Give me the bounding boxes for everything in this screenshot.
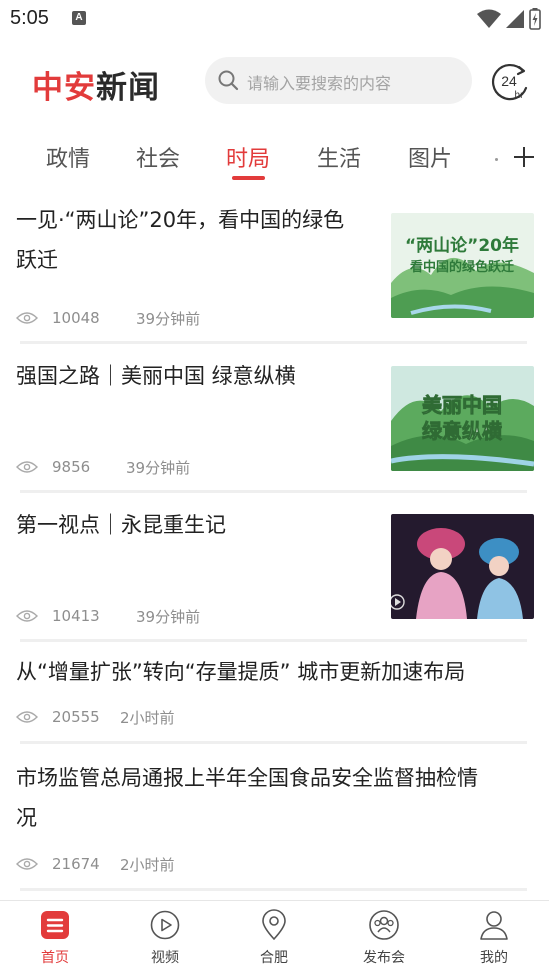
- signal-icon: [506, 10, 524, 28]
- eye-icon: [16, 461, 38, 473]
- more-tabs-hint: [495, 158, 498, 161]
- user-icon: [480, 911, 508, 940]
- tab-pictures[interactable]: 图片: [408, 141, 452, 173]
- search-bar[interactable]: 请输入要搜索的内容: [205, 57, 472, 104]
- opera-performers-photo: [391, 514, 534, 619]
- green-landscape-illustration: 美丽中国 绿意纵横: [391, 366, 534, 471]
- thumbnail-caption: 看中国的绿色跃迁: [410, 259, 514, 275]
- nav-label: 我的: [480, 950, 508, 966]
- news-thumbnail: [391, 514, 534, 619]
- news-title-line: 一见·“两山论”20年，看中国的绿色: [16, 208, 345, 232]
- divider: [20, 490, 527, 493]
- news-item[interactable]: 一见·“两山论”20年，看中国的绿色 跃迁 10048 39分钟前 “两山论”2…: [0, 200, 549, 348]
- eye-icon: [16, 312, 38, 324]
- publish-time: 2小时前: [120, 855, 175, 874]
- thumbnail-caption: “两山论”20年: [405, 235, 519, 256]
- eye-icon: [16, 858, 38, 870]
- news-title: 市场监管总局通报上半年全国食品安全监督抽检情 况: [16, 758, 541, 838]
- location-pin-icon: [262, 909, 286, 941]
- bottom-navigation: 首页 视频 合肥 发布会 我的: [0, 900, 549, 976]
- divider: [20, 741, 527, 744]
- clock-hr-text: hr: [515, 90, 525, 101]
- nav-home[interactable]: 首页: [15, 909, 95, 967]
- news-meta: 10413 39分钟前: [16, 606, 200, 626]
- view-count: 21674: [52, 855, 100, 873]
- news-title: 强国之路｜美丽中国 绿意纵横: [16, 356, 296, 396]
- divider: [20, 341, 527, 344]
- news-thumbnail: “两山论”20年 看中国的绿色跃迁: [391, 213, 534, 318]
- logo-text-part2: 新闻: [96, 70, 160, 106]
- people-icon: [369, 910, 399, 940]
- eye-icon: [16, 610, 38, 622]
- add-tab-icon[interactable]: [512, 145, 536, 169]
- active-tab-indicator: [232, 176, 265, 180]
- news-title-line: 从“增量扩张”转向“存量提质” 城市更新加速布局: [16, 660, 466, 684]
- news-title-line: 市场监管总局通报上半年全国食品安全监督抽检情: [16, 766, 478, 790]
- search-placeholder: 请输入要搜索的内容: [247, 74, 392, 93]
- news-meta: 20555 2小时前: [16, 707, 175, 727]
- nav-label: 视频: [151, 950, 179, 966]
- publish-time: 39分钟前: [136, 607, 201, 626]
- app-header: 中安新闻 请输入要搜索的内容 24 hr: [0, 50, 549, 110]
- news-title-line: 跃迁: [16, 248, 58, 272]
- wifi-icon: [477, 9, 501, 28]
- news-title: 从“增量扩张”转向“存量提质” 城市更新加速布局: [16, 652, 536, 692]
- nav-mine[interactable]: 我的: [454, 909, 534, 967]
- thumbnail-caption: 绿意纵横: [422, 419, 503, 443]
- thumbnail-caption: 美丽中国: [422, 393, 502, 417]
- news-item[interactable]: 强国之路｜美丽中国 绿意纵横 9856 39分钟前 美丽中国 绿意纵横: [0, 356, 549, 496]
- news-title: 一见·“两山论”20年，看中国的绿色 跃迁: [16, 200, 344, 280]
- tab-society[interactable]: 社会: [136, 141, 180, 173]
- category-tabs: 政情 社会 时局 生活 图片: [0, 135, 549, 185]
- news-title-line: 况: [16, 806, 37, 830]
- play-icon: [150, 910, 180, 940]
- news-item[interactable]: 第一视点｜永昆重生记 10413 39分钟前: [0, 505, 549, 645]
- tab-politics[interactable]: 政情: [46, 141, 90, 173]
- view-count: 10048: [52, 309, 100, 327]
- green-mountains-illustration: “两山论”20年 看中国的绿色跃迁: [391, 213, 534, 318]
- news-title-line: 第一视点｜永昆重生记: [16, 513, 226, 537]
- publish-time: 39分钟前: [126, 458, 191, 477]
- view-count: 20555: [52, 708, 100, 726]
- news-thumbnail: 美丽中国 绿意纵横: [391, 366, 534, 471]
- clock-24-text: 24: [501, 73, 517, 89]
- divider: [20, 639, 527, 642]
- 24-hour-news-icon[interactable]: 24 hr: [490, 62, 530, 102]
- tab-life[interactable]: 生活: [317, 141, 361, 173]
- news-meta: 9856 39分钟前: [16, 457, 190, 477]
- nav-label: 合肥: [260, 950, 288, 966]
- news-title-line: 强国之路｜美丽中国 绿意纵横: [16, 364, 296, 388]
- nav-press-conference[interactable]: 发布会: [344, 909, 424, 967]
- search-icon: [218, 70, 239, 91]
- status-icons: [477, 8, 541, 30]
- logo-text-part1: 中安: [32, 70, 96, 106]
- status-time: 5:05: [10, 7, 49, 29]
- home-list-icon: [41, 911, 69, 939]
- publish-time: 39分钟前: [136, 309, 201, 328]
- news-item[interactable]: 从“增量扩张”转向“存量提质” 城市更新加速布局 20555 2小时前: [0, 652, 549, 747]
- view-count: 10413: [52, 607, 100, 625]
- notification-a-icon: A: [72, 11, 86, 25]
- app-logo: 中安新闻: [32, 62, 160, 107]
- view-count: 9856: [52, 458, 91, 476]
- news-title: 第一视点｜永昆重生记: [16, 505, 226, 545]
- nav-video[interactable]: 视频: [125, 909, 205, 967]
- nav-hefei[interactable]: 合肥: [234, 909, 314, 967]
- news-item[interactable]: 市场监管总局通报上半年全国食品安全监督抽检情 况 21674 2小时前: [0, 758, 549, 893]
- status-bar: 5:05 A: [0, 0, 549, 40]
- eye-icon: [16, 711, 38, 723]
- news-meta: 21674 2小时前: [16, 854, 175, 874]
- divider: [20, 888, 527, 891]
- battery-icon: [529, 8, 541, 30]
- tab-current-affairs[interactable]: 时局: [226, 141, 270, 173]
- nav-label: 首页: [41, 950, 69, 966]
- nav-label: 发布会: [363, 950, 405, 966]
- news-meta: 10048 39分钟前: [16, 308, 200, 328]
- publish-time: 2小时前: [120, 708, 175, 727]
